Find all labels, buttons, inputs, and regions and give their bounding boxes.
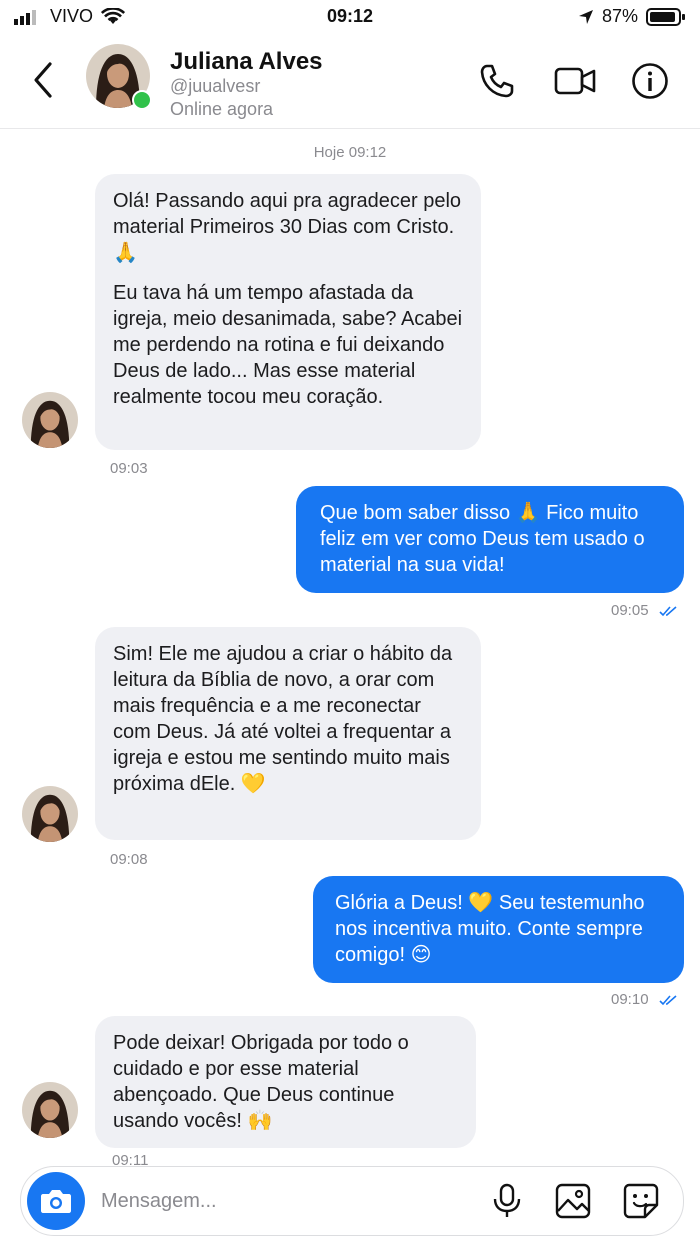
sender-avatar[interactable]	[22, 786, 78, 842]
message-bubble-outgoing[interactable]: Glória a Deus! 💛 Seu testemunho nos ince…	[313, 876, 684, 983]
message-text: Eu tava há um tempo afastada da igreja, …	[113, 282, 463, 408]
contact-name[interactable]: Juliana Alves	[170, 48, 323, 76]
sender-avatar[interactable]	[22, 1082, 78, 1138]
gallery-icon[interactable]	[555, 1183, 591, 1219]
microphone-icon[interactable]	[489, 1183, 525, 1219]
video-call-icon[interactable]	[554, 62, 596, 100]
message-text: Pode deixar! Obrigada por todo o cuidado…	[113, 1032, 409, 1132]
contact-handle: @juualvesr	[170, 76, 261, 96]
message-composer	[20, 1166, 684, 1236]
message-time: 09:08	[110, 851, 148, 868]
message-text: Sim! Ele me ajudou a criar o hábito da l…	[113, 643, 453, 795]
message-time: 09:05	[611, 602, 649, 619]
sticker-icon[interactable]	[623, 1183, 659, 1219]
message-time: 09:10	[611, 991, 649, 1008]
camera-button[interactable]	[27, 1172, 85, 1230]
presence-status: Online agora	[170, 99, 274, 119]
day-separator: Hoje 09:12	[313, 144, 387, 161]
message-bubble-incoming[interactable]: Pode deixar! Obrigada por todo o cuidado…	[95, 1016, 476, 1148]
message-text: Que bom saber disso 🙏 Fico muito feliz e…	[320, 502, 645, 576]
location-arrow-icon	[578, 9, 593, 24]
message-bubble-incoming[interactable]: Sim! Ele me ajudou a criar o hábito da l…	[95, 627, 481, 840]
battery-icon	[646, 7, 685, 26]
message-time: 09:03	[110, 460, 148, 477]
chat-header: Juliana Alves @juualvesr Online agora	[0, 36, 700, 129]
sender-avatar[interactable]	[22, 392, 78, 448]
status-bar: VIVO 09:12 87%	[0, 0, 700, 36]
message-text: Glória a Deus! 💛 Seu testemunho nos ince…	[335, 892, 645, 966]
info-icon[interactable]	[631, 62, 669, 100]
message-bubble-outgoing[interactable]: Que bom saber disso 🙏 Fico muito feliz e…	[296, 486, 684, 593]
message-bubble-incoming[interactable]: Olá! Passando aqui pra agradecer pelo ma…	[95, 174, 481, 450]
message-text: Olá! Passando aqui pra agradecer pelo ma…	[113, 190, 462, 264]
message-input[interactable]	[99, 1177, 463, 1225]
camera-icon	[41, 1190, 71, 1213]
phone-icon[interactable]	[478, 62, 516, 100]
back-arrow-icon[interactable]	[26, 58, 60, 102]
read-receipt-icon	[659, 606, 677, 617]
online-status-dot	[132, 90, 152, 110]
battery-percent: 87%	[601, 6, 638, 26]
read-receipt-icon	[659, 995, 677, 1006]
